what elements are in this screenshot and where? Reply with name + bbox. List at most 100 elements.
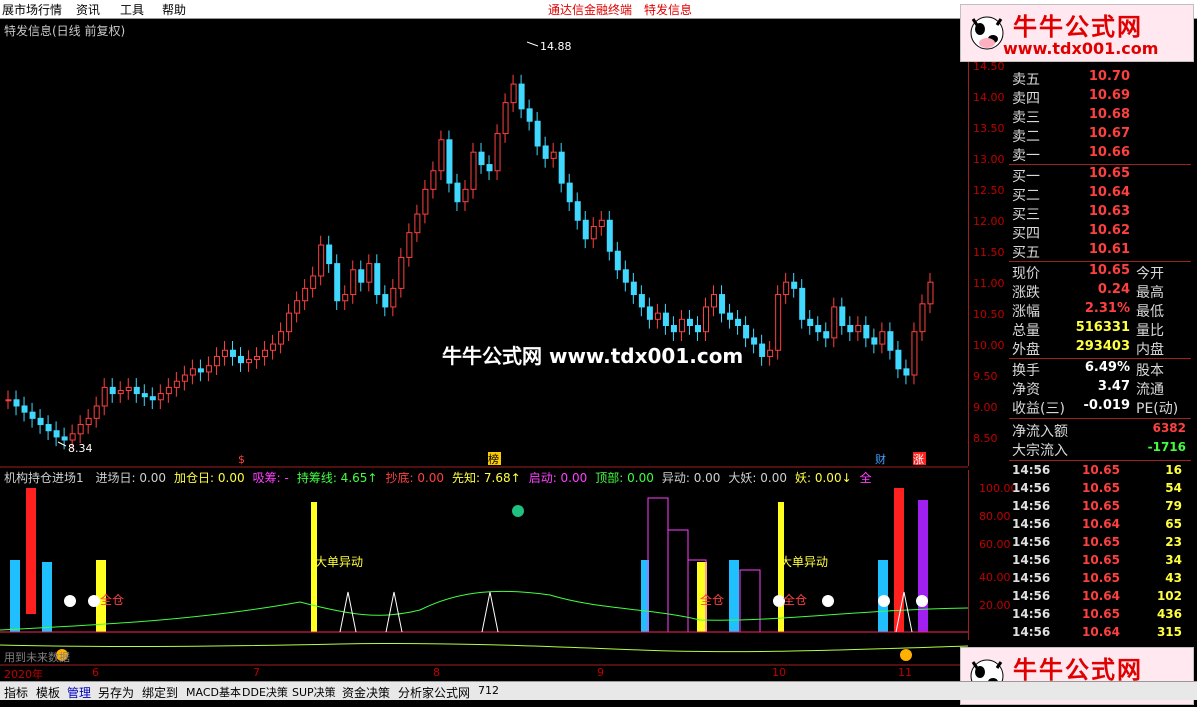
quote-label-2: 今开 bbox=[1136, 266, 1164, 282]
candle-body bbox=[390, 287, 397, 308]
site-logo-top[interactable]: 牛牛公式网 www.tdx001.com bbox=[960, 4, 1194, 62]
quote-value: 10.70 bbox=[1088, 69, 1130, 84]
quote-label: 买一 bbox=[1012, 169, 1040, 185]
tick-price: 10.65 bbox=[1082, 535, 1120, 549]
quote-value: 3.47 bbox=[1097, 379, 1130, 394]
price-tick: 13.50 bbox=[973, 122, 1005, 135]
candle-body bbox=[871, 337, 878, 345]
down-arrow-icon bbox=[512, 505, 524, 517]
menu-tools[interactable]: 工具 bbox=[120, 1, 144, 18]
candle-body bbox=[743, 325, 750, 339]
candle-body bbox=[478, 151, 485, 166]
tab-dde[interactable]: DDE决策 bbox=[242, 684, 288, 700]
candle-body bbox=[686, 318, 693, 327]
candle-body bbox=[173, 380, 180, 388]
menu-help[interactable]: 帮助 bbox=[162, 1, 186, 18]
tick-price: 10.64 bbox=[1082, 625, 1120, 639]
candle-body bbox=[735, 318, 742, 327]
candle-body bbox=[326, 244, 333, 265]
divider bbox=[1009, 460, 1191, 461]
candle-body bbox=[334, 263, 341, 302]
quote-row: 买三 10.63 bbox=[1010, 204, 1190, 223]
quote-value: 293403 bbox=[1075, 339, 1130, 354]
tick-row: 14:56 10.64 102 bbox=[1012, 589, 1190, 607]
indicator-name[interactable]: 机构持仓进场1 bbox=[4, 471, 84, 485]
up-arrow-icon bbox=[900, 649, 912, 661]
signal-bar bbox=[918, 500, 928, 632]
date-tick: 2020年 bbox=[4, 668, 43, 681]
price-tick: 12.50 bbox=[973, 184, 1005, 197]
indicator-axis: 100.00 80.00 60.00 40.00 20.00 bbox=[968, 470, 1018, 640]
candle-body bbox=[670, 325, 677, 333]
price-tick: 10.00 bbox=[973, 339, 1005, 352]
date-tick: 8 bbox=[433, 666, 440, 679]
menu-market[interactable]: 展市场行情 bbox=[2, 1, 62, 18]
candle-body bbox=[526, 108, 533, 122]
trend-line bbox=[0, 642, 968, 653]
terminal-link[interactable]: 通达信金融终端 bbox=[548, 1, 632, 18]
candle-body bbox=[197, 368, 204, 373]
candle-body bbox=[630, 281, 637, 296]
candle-body bbox=[606, 219, 613, 252]
tab-manage[interactable]: 管理 bbox=[67, 684, 91, 701]
tab-sup[interactable]: SUP决策 bbox=[292, 684, 336, 700]
candle-body bbox=[662, 312, 669, 327]
tick-vol: 102 bbox=[1156, 589, 1182, 603]
quote-row: 卖二 10.67 bbox=[1010, 126, 1190, 145]
indicator-value: 启动: 0.00 bbox=[528, 471, 588, 485]
divider bbox=[1009, 358, 1191, 359]
marker-dollar: $ bbox=[238, 453, 245, 466]
candle-body bbox=[598, 219, 605, 227]
quote-row: 收益(三) -0.019 PE(动) bbox=[1010, 398, 1190, 417]
tick-time: 14:56 bbox=[1012, 481, 1051, 495]
price-tick: 14.00 bbox=[973, 91, 1005, 104]
quote-label: 涨幅 bbox=[1012, 304, 1040, 320]
candle-body bbox=[37, 417, 44, 426]
candle-body bbox=[703, 306, 709, 333]
indicator-header: 机构持仓进场1 进场日: 0.00 加仓日: 0.00 吸筹: - 持筹线: 4.65… bbox=[4, 469, 872, 486]
price-tick: 9.00 bbox=[973, 401, 998, 414]
quote-row: 买一 10.65 bbox=[1010, 166, 1190, 185]
quote-value: 10.61 bbox=[1088, 242, 1130, 257]
quote-label: 买二 bbox=[1012, 188, 1040, 204]
tick-row: 14:56 10.65 16 bbox=[1012, 463, 1190, 481]
indicator-value: 吸筹: - bbox=[252, 471, 289, 485]
tab-fund[interactable]: 资金决策 bbox=[342, 684, 390, 701]
quote-label: 现价 bbox=[1012, 266, 1040, 282]
tab-712[interactable]: 712 bbox=[478, 684, 499, 697]
quote-row: 买五 10.61 bbox=[1010, 242, 1190, 261]
quote-value: 2.31% bbox=[1084, 301, 1130, 316]
candle-body bbox=[294, 300, 301, 314]
menu-news[interactable]: 资讯 bbox=[76, 1, 100, 18]
tab-indicator[interactable]: 指标 bbox=[4, 684, 28, 701]
signal-bar bbox=[42, 562, 52, 632]
candle-body bbox=[29, 411, 36, 419]
quote-value: 10.65 bbox=[1088, 166, 1130, 181]
candle-body bbox=[494, 133, 501, 172]
tab-bind[interactable]: 绑定到 bbox=[142, 684, 178, 701]
quote-row: 卖三 10.68 bbox=[1010, 107, 1190, 126]
indicator-value: 异动: 0.00 bbox=[661, 471, 721, 485]
quote-row: 涨幅 2.31% 最低 bbox=[1010, 301, 1190, 320]
quote-value: 10.62 bbox=[1088, 223, 1130, 238]
stock-link[interactable]: 特发信息 bbox=[644, 1, 692, 18]
tick-row: 14:56 10.64 65 bbox=[1012, 517, 1190, 535]
signal-bar bbox=[26, 488, 36, 614]
tab-formula-site[interactable]: 分析家公式网 bbox=[398, 684, 470, 701]
candle-body bbox=[229, 349, 236, 357]
tick-price: 10.65 bbox=[1082, 463, 1120, 477]
date-tick: 7 bbox=[253, 666, 260, 679]
tab-macd[interactable]: MACD基本 bbox=[186, 684, 241, 700]
candle-body bbox=[318, 244, 325, 277]
candle-body bbox=[486, 164, 493, 172]
tab-save-as[interactable]: 另存为 bbox=[98, 684, 134, 701]
tick-vol: 79 bbox=[1165, 499, 1182, 513]
candle-body bbox=[13, 399, 20, 407]
tick-row: 14:56 10.65 436 bbox=[1012, 607, 1190, 625]
signal-label: 大单异动 bbox=[780, 555, 829, 569]
candle-body bbox=[622, 269, 629, 283]
quote-label: 卖二 bbox=[1012, 129, 1040, 145]
candle-body bbox=[903, 368, 910, 376]
candle-body bbox=[382, 294, 389, 308]
tab-template[interactable]: 模板 bbox=[36, 684, 60, 701]
